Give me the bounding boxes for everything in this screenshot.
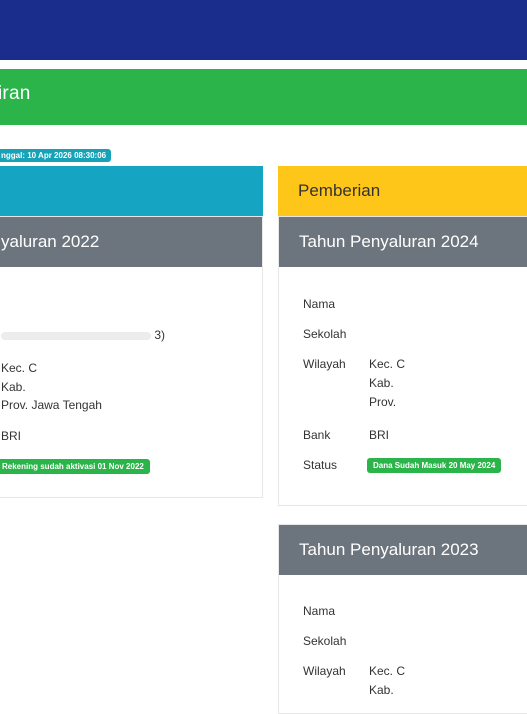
wilayah-label: Wilayah xyxy=(303,357,346,371)
page-header-bar: iran xyxy=(0,69,527,125)
bank-label: Bank xyxy=(303,428,331,442)
left-bank-value: BRI xyxy=(1,429,22,443)
bank-value: BRI xyxy=(369,428,390,442)
top-navbar xyxy=(0,0,527,60)
left-wilayah-line-1: Kec. C xyxy=(1,361,38,375)
status-label: Status xyxy=(303,458,338,472)
right-type-card: Pemberian xyxy=(278,166,527,216)
nama-label: Nama xyxy=(303,297,336,311)
right-year-card-2024: Tahun Penyaluran 2024 Nama Sekolah Wilay… xyxy=(278,216,527,506)
year-header-2024: Tahun Penyaluran 2024 xyxy=(279,217,527,267)
page-title: iran xyxy=(0,83,31,104)
left-wilayah-line-3: Prov. Jawa Tengah xyxy=(1,398,102,412)
sekolah-label: Sekolah xyxy=(303,634,347,648)
left-type-card xyxy=(0,166,263,216)
status-badge: Dana Sudah Masuk 20 May 2024 xyxy=(367,458,502,473)
timestamp-badge: nggal: 10 Apr 2026 08:30:06 xyxy=(0,149,112,162)
year-header-2023: Tahun Penyaluran 2023 xyxy=(279,525,527,575)
left-year-card: yaluran 2022 3) Kec. C Kab. Prov. Jawa T… xyxy=(0,216,263,498)
sekolah-label: Sekolah xyxy=(303,327,347,341)
right-year-card-2023: Tahun Penyaluran 2023 Nama Sekolah Wilay… xyxy=(278,524,527,714)
wilayah-label: Wilayah xyxy=(303,664,346,678)
left-sekolah-value: 3) xyxy=(1,328,165,342)
left-wilayah-line-2: Kab. xyxy=(1,380,26,394)
pemberian-header: Pemberian xyxy=(278,166,527,216)
wilayah-line-2: Kab. xyxy=(369,376,394,390)
left-year-header: yaluran 2022 xyxy=(0,217,262,267)
left-status-badge: Rekening sudah aktivasi 01 Nov 2022 xyxy=(0,459,150,474)
wilayah-line-2: Kab. xyxy=(369,683,394,697)
wilayah-line-1: Kec. C xyxy=(369,664,406,678)
wilayah-line-1: Kec. C xyxy=(369,357,406,371)
wilayah-line-3: Prov. xyxy=(369,395,397,409)
nama-label: Nama xyxy=(303,604,336,618)
redacted-text xyxy=(1,331,151,340)
